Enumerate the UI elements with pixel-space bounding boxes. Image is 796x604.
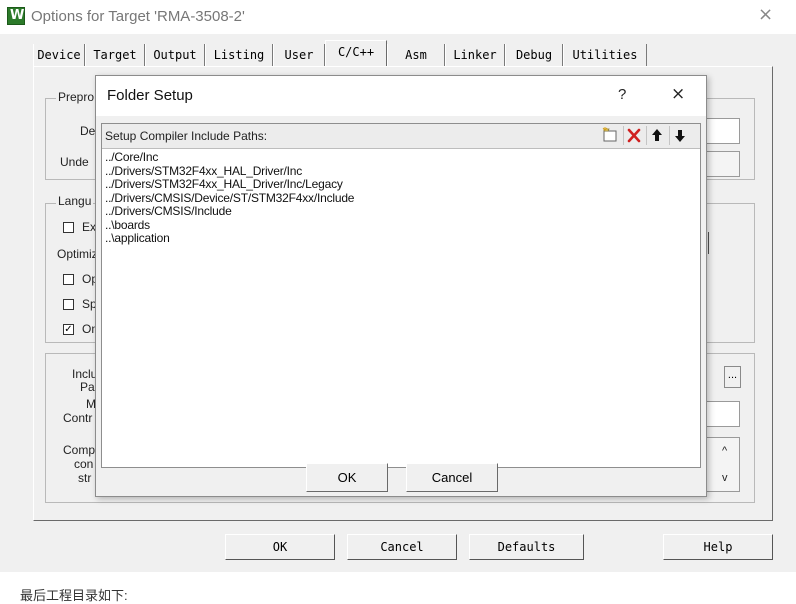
include-paths-label-1: Inclu [72, 367, 98, 381]
divider [708, 232, 709, 254]
list-item[interactable]: ../Drivers/STM32F4xx_HAL_Driver/Inc [105, 164, 354, 179]
list-item[interactable]: ../Drivers/STM32F4xx_HAL_Driver/Inc/Lega… [105, 177, 354, 192]
folder-setup-dialog: Folder Setup ? × Setup Compiler Include … [95, 75, 707, 497]
tab-target[interactable]: Target [85, 44, 145, 66]
compiler-string-label-3: str [78, 471, 92, 485]
caption-text: 最后工程目录如下: [20, 588, 128, 603]
scroll-up-icon[interactable]: ^ [722, 445, 727, 457]
close-icon[interactable]: × [758, 4, 773, 25]
misc-controls-input[interactable] [705, 401, 740, 427]
execute-only-label: Ex [82, 220, 97, 234]
delete-icon[interactable] [623, 126, 643, 145]
tab-user[interactable]: User [273, 44, 325, 66]
undefine-label: Unde [60, 155, 89, 169]
option-checkbox-2[interactable] [63, 299, 74, 310]
misc-controls-label-2: Contr [63, 411, 93, 425]
move-down-icon[interactable] [669, 126, 689, 145]
new-folder-icon[interactable] [600, 126, 620, 145]
list-item[interactable]: ..\boards [105, 218, 354, 233]
compiler-string-label-2: con [74, 457, 94, 471]
ok-button[interactable]: OK [225, 534, 335, 560]
undefine-input[interactable] [705, 151, 740, 177]
execute-only-checkbox[interactable] [63, 222, 74, 233]
cancel-button[interactable]: Cancel [347, 534, 457, 560]
help-button[interactable]: Help [663, 534, 773, 560]
folder-ok-button[interactable]: OK [306, 463, 388, 492]
list-item[interactable]: ../Drivers/CMSIS/Include [105, 204, 354, 219]
list-header-label: Setup Compiler Include Paths: [105, 129, 268, 143]
move-up-icon[interactable] [646, 126, 666, 145]
dialog-title: Options for Target 'RMA-3508-2' [31, 8, 245, 25]
tab-asm[interactable]: Asm [387, 44, 445, 66]
list-item[interactable]: ../Core/Inc [105, 150, 354, 165]
folder-cancel-button[interactable]: Cancel [406, 463, 498, 492]
defaults-button[interactable]: Defaults [469, 534, 584, 560]
tab-c-cpp[interactable]: C/C++ [325, 40, 387, 66]
tab-utilities[interactable]: Utilities [563, 44, 647, 66]
define-label: De [80, 124, 96, 138]
close-icon[interactable]: × [671, 84, 685, 104]
compiler-string-label-1: Comp [63, 443, 96, 457]
dialog-titlebar: W Options for Target 'RMA-3508-2' × [0, 0, 796, 34]
tab-output[interactable]: Output [145, 44, 205, 66]
include-paths-label-2: Pa [80, 380, 95, 394]
list-item[interactable]: ..\application [105, 231, 354, 246]
list-header: Setup Compiler Include Paths: [102, 124, 700, 149]
preprocessor-group-label: Prepro [56, 90, 97, 104]
keil-app-icon: W [7, 7, 25, 25]
language-group-label: Langu [56, 194, 94, 208]
optimization-label: Optimiz [57, 247, 98, 261]
option-checkbox-1[interactable] [63, 274, 74, 285]
path-rows: ../Core/Inc ../Drivers/STM32F4xx_HAL_Dri… [105, 150, 354, 246]
browse-include-button[interactable]: ... [724, 366, 741, 388]
option-checkbox-3[interactable]: ✓ [63, 324, 74, 335]
help-icon[interactable]: ? [618, 86, 626, 103]
define-input[interactable] [705, 118, 740, 144]
include-paths-list[interactable]: Setup Compiler Include Paths: ../Core/In… [101, 123, 701, 468]
list-item[interactable]: ../Drivers/CMSIS/Device/ST/STM32F4xx/Inc… [105, 191, 354, 206]
tab-listing[interactable]: Listing [205, 44, 273, 66]
tab-debug[interactable]: Debug [505, 44, 563, 66]
folder-setup-title: Folder Setup [107, 87, 193, 104]
tab-device[interactable]: Device [33, 44, 85, 66]
tab-linker[interactable]: Linker [445, 44, 505, 66]
folder-setup-titlebar: Folder Setup ? × [96, 76, 706, 116]
scroll-down-icon[interactable]: v [722, 472, 728, 484]
